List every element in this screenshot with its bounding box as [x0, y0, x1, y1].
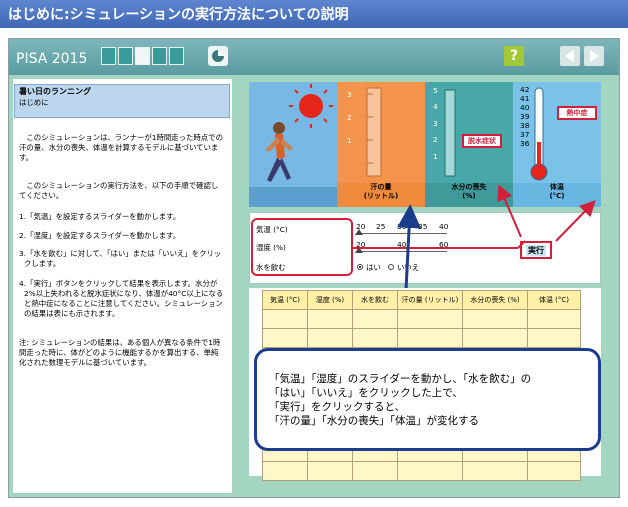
table-cell: [462, 461, 528, 481]
page-indicator-5: [169, 47, 184, 65]
next-arrow-icon: [590, 50, 599, 62]
table-cell: [397, 328, 463, 348]
table-cell: [527, 309, 581, 329]
table-header-row: 気温 (°C) 湿度 (%) 水を飲む 汗の量 (リットル) 水分の喪失 (%)…: [262, 290, 581, 310]
callout-line-2: 「はい」「いいえ」をクリックした上で、: [269, 387, 463, 399]
prev-button[interactable]: [560, 46, 580, 66]
table-row: [262, 461, 581, 481]
instructions-title: 暑い日のランニング: [19, 87, 91, 96]
col-header: 汗の量 (リットル): [397, 290, 463, 310]
col-header: 湿度 (%): [307, 290, 353, 310]
table-cell: [527, 461, 581, 481]
timer-icon: [212, 50, 224, 62]
table-cell: [527, 328, 581, 348]
table-cell: [262, 309, 308, 329]
callout-line-3: 「実行」をクリックすると、: [269, 401, 406, 413]
next-button[interactable]: [584, 46, 604, 66]
step-4: 4.「実行」ボタンをクリックして結果を表示します。水分が2%以上失われると脱水症…: [19, 279, 224, 318]
page-header: はじめに:シミュレーションの実行方法についての説明: [0, 0, 628, 28]
table-cell: [352, 461, 398, 481]
step-2: 2.「湿度」を設定するスライダーを動かします。: [19, 231, 181, 240]
table-cell: [307, 461, 353, 481]
col-header: 水を飲む: [352, 290, 398, 310]
table-cell: [307, 328, 353, 348]
page-indicator-2: [118, 47, 133, 65]
explanation-callout: 「気温」「湿度」のスライダーを動かし、「水を飲む」の 「はい」「いいえ」をクリッ…: [254, 348, 601, 451]
step-1: 1.「気温」を設定するスライダーを動かします。: [19, 212, 181, 221]
table-cell: [462, 328, 528, 348]
app-name: PISA 2015: [16, 51, 88, 67]
table-row: [262, 309, 581, 329]
table-row: [262, 328, 581, 348]
table-cell: [307, 309, 353, 329]
table-cell: [462, 309, 528, 329]
step-3: 3.「水を飲む」に対して、「はい」または「いいえ」をクリックします。: [19, 249, 222, 268]
page-indicator-current: [135, 47, 150, 65]
table-cell: [352, 328, 398, 348]
intro-text: このシミュレーションは、ランナーが1時間走った時点での汗の量、水分の喪失、体温を…: [19, 133, 223, 162]
help-button[interactable]: ?: [504, 46, 524, 66]
table-cell: [352, 309, 398, 329]
callout-line-4: 「汗の量」「水分の喪失」「体温」が変化する: [269, 415, 479, 427]
note-text: 注: シミュレーションの結果は、ある個人が異なる条件で1時間走った時に、体がどの…: [19, 338, 221, 367]
procedure-intro: このシミュレーションの実行方法を、以下の手順で確認してください。: [19, 181, 219, 200]
help-icon: ?: [509, 48, 519, 64]
col-header: 気温 (°C): [262, 290, 308, 310]
table-cell: [262, 328, 308, 348]
callout-line-1: 「気温」「湿度」のスライダーを動かし、「水を飲む」の: [269, 373, 532, 385]
page-indicator-4: [152, 47, 167, 65]
table-cell: [397, 309, 463, 329]
page-indicator-1: [101, 47, 116, 65]
col-header: 水分の喪失 (%): [462, 290, 528, 310]
prev-arrow-icon: [565, 50, 574, 62]
col-header: 体温 (°C): [527, 290, 581, 310]
timer-button[interactable]: [208, 46, 228, 66]
table-cell: [397, 461, 463, 481]
instructions-subtitle: はじめに: [19, 98, 49, 107]
page-title: はじめに:シミュレーションの実行方法についての説明: [8, 7, 349, 23]
table-cell: [262, 461, 308, 481]
